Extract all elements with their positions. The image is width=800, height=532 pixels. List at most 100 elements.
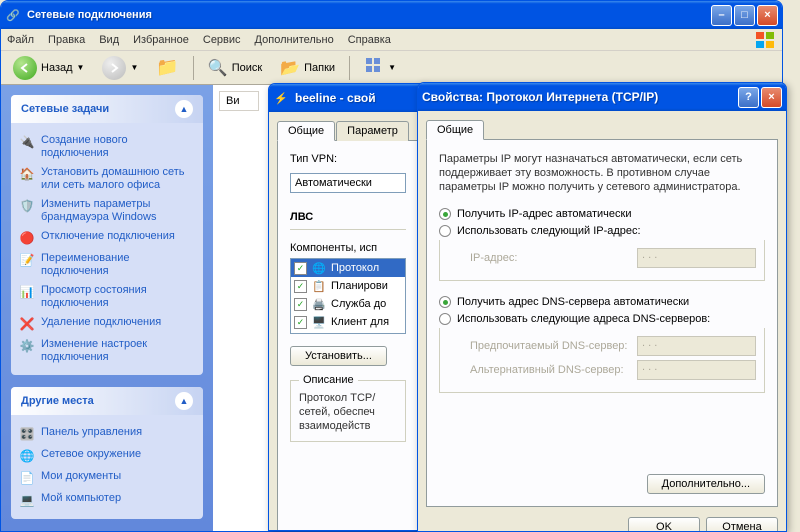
places-panel: Другие места ▲ 🎛️Панель управления 🌐Сете… [11, 387, 203, 519]
forward-button[interactable]: ▼ [96, 54, 144, 82]
forward-icon [102, 56, 126, 80]
intro-text: Параметры IP могут назначаться автоматич… [439, 152, 765, 194]
place-control-panel[interactable]: 🎛️Панель управления [19, 423, 195, 445]
delete-icon: ❌ [19, 316, 35, 332]
beeline-titlebar[interactable]: ⚡ beeline - свой [269, 84, 427, 112]
chevron-up-icon: ▲ [175, 100, 193, 118]
chevron-up-icon: ▲ [175, 392, 193, 410]
component-list[interactable]: ✓🌐Протокол ✓📋Планирови ✓🖨️Служба до ✓🖥️К… [290, 258, 406, 334]
views-icon [364, 56, 384, 79]
radio-icon [439, 225, 451, 237]
dns-preferred-input: . . . [637, 336, 756, 356]
menu-advanced[interactable]: Дополнительно [255, 34, 334, 46]
menu-file[interactable]: Файл [7, 34, 34, 46]
radio-icon [439, 296, 451, 308]
task-settings[interactable]: ⚙️Изменение настроек подключения [19, 335, 195, 367]
checkbox-icon[interactable]: ✓ [294, 280, 307, 293]
firewall-icon: 🛡️ [19, 198, 35, 214]
comp-client[interactable]: ✓🖥️Клиент для [291, 313, 405, 331]
place-computer[interactable]: 💻Мой компьютер [19, 489, 195, 511]
disable-icon: 🔴 [19, 230, 35, 246]
network-connections-icon: 🔗 [5, 7, 21, 23]
menu-view[interactable]: Вид [99, 34, 119, 46]
menu-favorites[interactable]: Избранное [133, 34, 189, 46]
menubar: Файл Правка Вид Избранное Сервис Дополни… [1, 29, 782, 51]
beeline-dialog: ⚡ beeline - свой Общие Параметр Тип VPN:… [268, 83, 428, 531]
minimize-button[interactable]: – [711, 5, 732, 26]
folders-button[interactable]: 📂 Папки [274, 56, 341, 80]
vpn-type-combo[interactable]: Автоматически [290, 173, 406, 193]
folders-icon: 📂 [280, 58, 300, 78]
home-network-icon: 🏠 [19, 166, 35, 182]
radio-ip-auto[interactable]: Получить IP-адрес автоматически [439, 208, 765, 220]
protocol-icon: 🌐 [311, 260, 327, 276]
help-button[interactable]: ? [738, 87, 759, 108]
install-button[interactable]: Установить... [290, 346, 387, 366]
up-button[interactable]: 📁 [150, 55, 184, 80]
toolbar: Назад ▼ ▼ 📁 🔍 Поиск 📂 Папки ▼ [1, 51, 782, 85]
service-icon: 🖨️ [311, 296, 327, 312]
documents-icon: 📄 [19, 470, 35, 486]
comp-service[interactable]: ✓🖨️Служба до [291, 295, 405, 313]
place-network[interactable]: 🌐Сетевое окружение [19, 445, 195, 467]
advanced-button[interactable]: Дополнительно... [647, 474, 765, 494]
menu-help[interactable]: Справка [348, 34, 391, 46]
menu-edit[interactable]: Правка [48, 34, 85, 46]
task-status[interactable]: 📊Просмотр состояния подключения [19, 281, 195, 313]
chevron-down-icon: ▼ [388, 63, 396, 72]
comp-scheduler[interactable]: ✓📋Планирови [291, 277, 405, 295]
tab-general[interactable]: Общие [277, 121, 335, 141]
new-connection-icon: 🔌 [19, 134, 35, 150]
section-label: ЛВС [290, 211, 406, 223]
views-button[interactable]: ▼ [358, 54, 402, 81]
places-header[interactable]: Другие места ▲ [11, 387, 203, 415]
main-title: Сетевые подключения [27, 9, 711, 21]
task-home-network[interactable]: 🏠Установить домашнюю сеть или сеть малог… [19, 163, 195, 195]
tab-general[interactable]: Общие [426, 120, 484, 140]
close-button[interactable]: × [761, 87, 782, 108]
task-rename[interactable]: 📝Переименование подключения [19, 249, 195, 281]
task-new-connection[interactable]: 🔌Создание нового подключения [19, 131, 195, 163]
radio-ip-manual[interactable]: Использовать следующий IP-адрес: [439, 225, 765, 237]
tcpip-dialog: Свойства: Протокол Интернета (TCP/IP) ? … [417, 82, 787, 532]
close-button[interactable]: × [757, 5, 778, 26]
client-icon: 🖥️ [311, 314, 327, 330]
tasks-header[interactable]: Сетевые задачи ▲ [11, 95, 203, 123]
task-delete[interactable]: ❌Удаление подключения [19, 313, 195, 335]
tcpip-titlebar[interactable]: Свойства: Протокол Интернета (TCP/IP) ? … [418, 83, 786, 111]
description-label: Описание [299, 374, 358, 386]
dns-alt-label: Альтернативный DNS-сервер: [470, 364, 629, 376]
status-icon: 📊 [19, 284, 35, 300]
column-header[interactable]: Ви [219, 91, 259, 111]
task-disable[interactable]: 🔴Отключение подключения [19, 227, 195, 249]
windows-flag-icon [754, 31, 778, 49]
cancel-button[interactable]: Отмена [706, 517, 778, 532]
place-documents[interactable]: 📄Мои документы [19, 467, 195, 489]
radio-dns-manual[interactable]: Использовать следующие адреса DNS-сервер… [439, 313, 765, 325]
radio-dns-auto[interactable]: Получить адрес DNS-сервера автоматически [439, 296, 765, 308]
back-button[interactable]: Назад ▼ [7, 54, 90, 82]
search-button[interactable]: 🔍 Поиск [202, 56, 268, 80]
connection-icon: ⚡ [273, 90, 289, 106]
vpn-type-label: Тип VPN: [290, 153, 337, 165]
scheduler-icon: 📋 [311, 278, 327, 294]
maximize-button[interactable]: □ [734, 5, 755, 26]
chevron-down-icon: ▼ [130, 63, 138, 72]
tab-params[interactable]: Параметр [336, 121, 409, 141]
task-firewall[interactable]: 🛡️Изменить параметры брандмауэра Windows [19, 195, 195, 227]
comp-protocol[interactable]: ✓🌐Протокол [291, 259, 405, 277]
back-icon [13, 56, 37, 80]
chevron-down-icon: ▼ [77, 63, 85, 72]
components-label: Компоненты, исп [290, 242, 406, 254]
menu-tools[interactable]: Сервис [203, 34, 241, 46]
checkbox-icon[interactable]: ✓ [294, 298, 307, 311]
sidebar: Сетевые задачи ▲ 🔌Создание нового подклю… [1, 85, 213, 531]
ok-button[interactable]: OK [628, 517, 700, 532]
checkbox-icon[interactable]: ✓ [294, 262, 307, 275]
main-titlebar[interactable]: 🔗 Сетевые подключения – □ × [1, 1, 782, 29]
description-text: Протокол TCP/ сетей, обеспеч взаимодейст… [299, 391, 397, 433]
search-icon: 🔍 [208, 58, 228, 78]
checkbox-icon[interactable]: ✓ [294, 316, 307, 329]
dns-alt-input: . . . [637, 360, 756, 380]
ip-address-label: IP-адрес: [470, 252, 629, 264]
